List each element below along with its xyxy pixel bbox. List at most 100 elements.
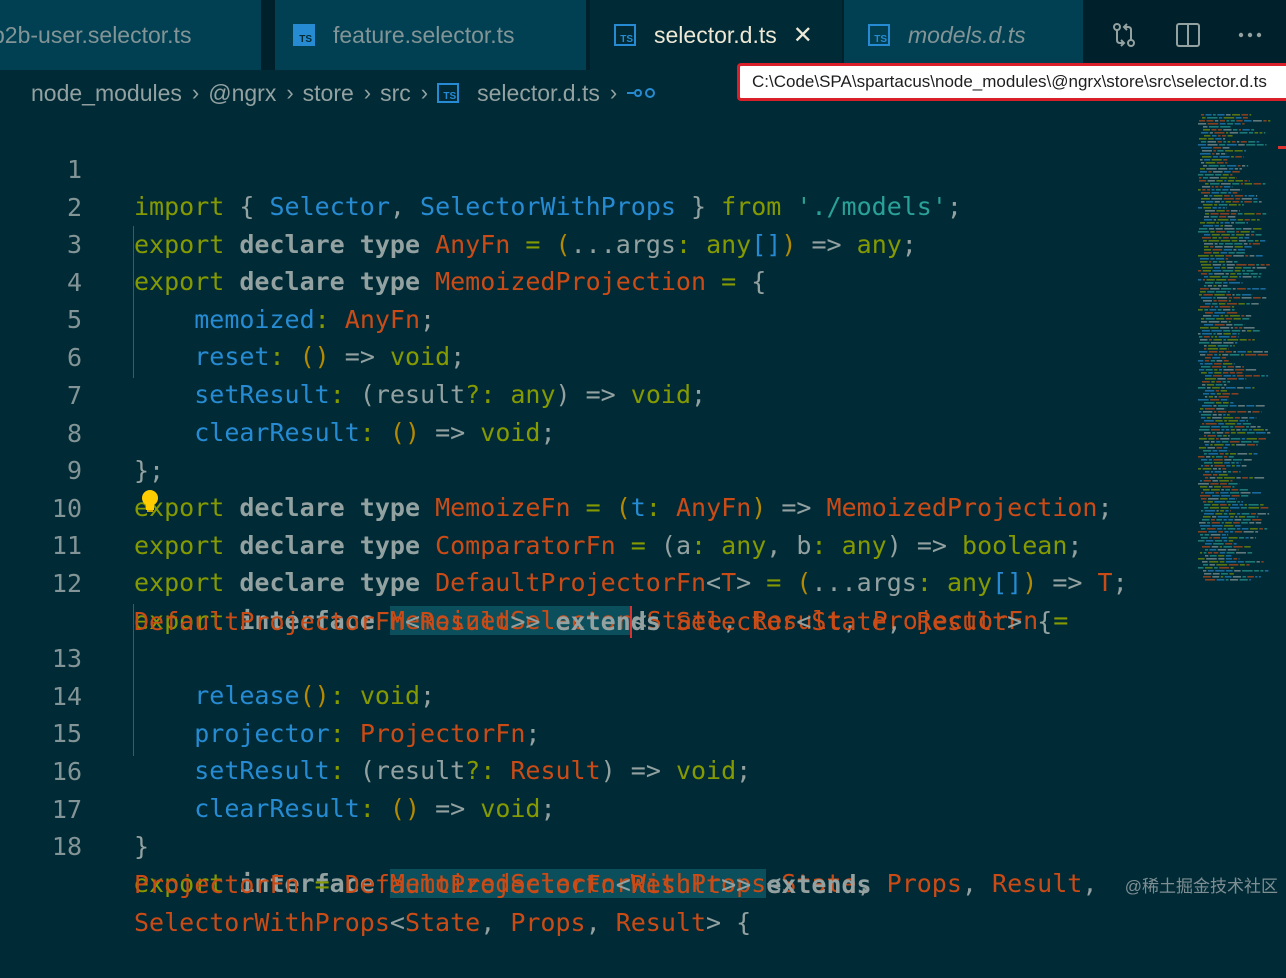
minimap-line (1210, 483, 1218, 485)
minimap-line (1218, 531, 1223, 533)
minimap-line (1212, 432, 1215, 434)
minimap-line (1224, 384, 1227, 386)
split-editor-icon[interactable] (1168, 15, 1208, 55)
minimap-line (1220, 306, 1231, 308)
code-editor[interactable]: 1 import { Selector, SelectorWithProps }… (0, 114, 1286, 905)
minimap-line (1220, 120, 1225, 122)
minimap-line (1233, 288, 1236, 290)
minimap-line (1251, 303, 1258, 305)
tab-b2b-user-selector[interactable]: b2b-user.selector.ts (0, 0, 262, 70)
breadcrumb-item-node-modules[interactable]: node_modules (31, 80, 182, 107)
minimap-line (1212, 234, 1220, 236)
minimap-line (1212, 546, 1218, 548)
minimap-line (1242, 270, 1245, 272)
minimap-line (1198, 567, 1204, 569)
minimap-line (1268, 120, 1270, 122)
minimap-line (1241, 183, 1243, 185)
breadcrumb-item-ngrx[interactable]: @ngrx (208, 80, 276, 107)
lightbulb-icon[interactable] (140, 489, 160, 513)
close-icon[interactable]: ✕ (793, 21, 813, 50)
minimap-line (1239, 537, 1244, 539)
minimap-line (1198, 399, 1209, 401)
minimap-line (1209, 537, 1212, 539)
minimap-line (1211, 534, 1221, 536)
token: SelectorWithProps (134, 908, 390, 937)
minimap-line (1238, 213, 1243, 215)
minimap-line (1240, 420, 1245, 422)
minimap-line (1203, 393, 1209, 395)
minimap-line (1222, 276, 1228, 278)
tab-feature-selector[interactable]: TS feature.selector.ts (275, 0, 587, 70)
minimap-line (1254, 477, 1264, 479)
minimap-line (1231, 210, 1238, 212)
minimap-line (1246, 303, 1250, 305)
minimap-line (1210, 327, 1218, 329)
minimap-line (1232, 294, 1234, 296)
compare-changes-icon[interactable] (1104, 15, 1144, 55)
minimap-line (1223, 339, 1226, 341)
minimap-line (1220, 552, 1225, 554)
minimap-line (1242, 129, 1249, 131)
minimap-line (1258, 276, 1260, 278)
minimap-line (1210, 132, 1213, 134)
minimap-line (1219, 348, 1226, 350)
minimap-line (1246, 369, 1256, 371)
minimap-line (1257, 141, 1260, 143)
minimap-line (1234, 570, 1240, 572)
minimap-line (1239, 558, 1240, 560)
minimap-line (1207, 387, 1211, 389)
minimap-line (1203, 516, 1211, 518)
minimap-line (1218, 405, 1228, 407)
minimap-line (1220, 222, 1223, 224)
minimap-line (1221, 234, 1230, 236)
minimap-line (1221, 240, 1230, 242)
minimap-line (1214, 273, 1224, 275)
minimap-line (1242, 198, 1252, 200)
more-actions-icon[interactable] (1230, 15, 1270, 55)
minimap-line (1216, 381, 1221, 383)
minimap-line (1249, 243, 1251, 245)
minimap-line (1225, 222, 1230, 224)
minimap-line (1201, 528, 1205, 530)
minimap-line (1204, 402, 1214, 404)
minimap-line (1208, 180, 1215, 182)
minimap-line (1250, 537, 1253, 539)
minimap-line (1198, 144, 1206, 146)
minimap-line (1218, 468, 1220, 470)
minimap-line (1201, 264, 1211, 266)
minimap-line (1198, 309, 1203, 311)
minimap-line (1238, 204, 1240, 206)
symbol-icon[interactable] (626, 86, 656, 100)
tab-models-d-ts[interactable]: TS models.d.ts (844, 0, 1084, 70)
minimap-line (1234, 318, 1241, 320)
minimap-line (1199, 336, 1202, 338)
minimap-line (1210, 309, 1217, 311)
minimap-line (1246, 234, 1250, 236)
breadcrumb-item-src[interactable]: src (380, 80, 411, 107)
minimap[interactable] (1196, 114, 1276, 584)
minimap-line (1235, 198, 1240, 200)
minimap-line (1217, 162, 1224, 164)
minimap-line (1203, 294, 1212, 296)
minimap-line (1224, 477, 1235, 479)
breadcrumb-item-store[interactable]: store (303, 80, 354, 107)
minimap-line (1240, 132, 1248, 134)
minimap-line (1233, 249, 1236, 251)
minimap-line (1249, 429, 1252, 431)
breadcrumb-item-file[interactable]: TS selector.d.ts (437, 80, 600, 107)
minimap-line (1235, 180, 1243, 182)
minimap-line (1207, 447, 1214, 449)
minimap-line (1242, 429, 1247, 431)
tab-selector-d-ts[interactable]: TS selector.d.ts ✕ (590, 0, 842, 70)
minimap-line (1229, 177, 1235, 179)
minimap-line (1224, 420, 1227, 422)
minimap-line (1214, 354, 1217, 356)
minimap-line (1201, 498, 1207, 500)
minimap-line (1246, 270, 1253, 272)
token: > (706, 908, 721, 937)
minimap-line (1230, 237, 1237, 239)
minimap-line (1256, 405, 1265, 407)
minimap-line (1229, 498, 1235, 500)
minimap-line (1265, 570, 1269, 572)
minimap-line (1230, 345, 1232, 347)
